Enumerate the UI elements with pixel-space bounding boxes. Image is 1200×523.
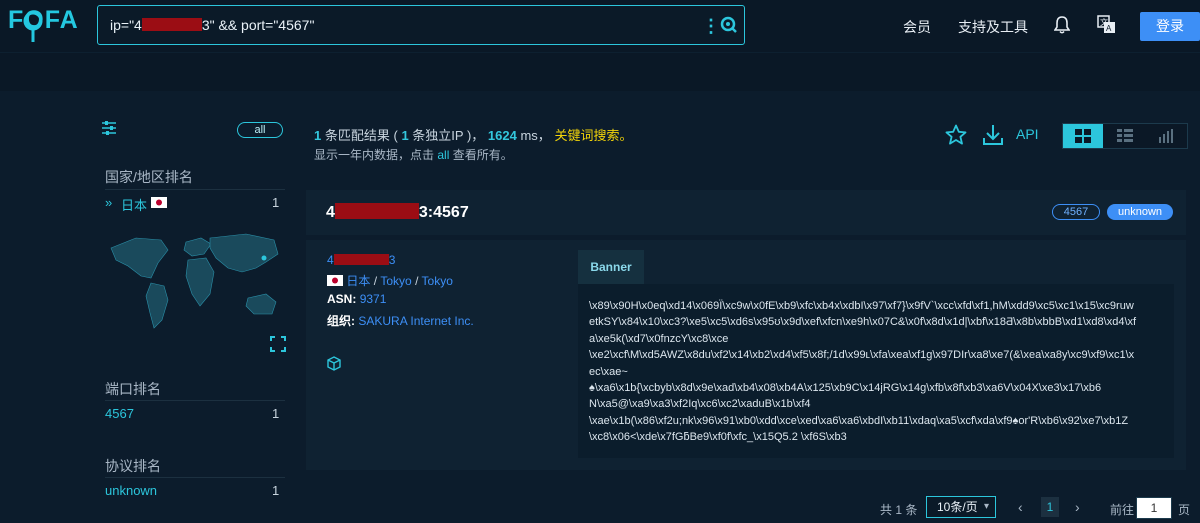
nav-membership[interactable]: 会员 <box>903 17 931 37</box>
banner-line: ec\xae~ <box>589 365 628 378</box>
banner-line: \xae\x1b(\x86\xf2u;nk\x96\x91\xb0\xdd\xc… <box>589 414 1129 427</box>
view-toggle <box>1062 123 1188 149</box>
keyword-search-link[interactable]: 关键词搜索。 <box>554 128 632 143</box>
chevrons-right-icon: » <box>105 195 113 210</box>
region-link[interactable]: Tokyo <box>380 274 411 288</box>
ip-link[interactable]: 43 <box>327 253 395 267</box>
city-link[interactable]: Tokyo <box>422 274 453 288</box>
total-count: 共 1 条 <box>880 503 918 517</box>
protocol-item[interactable]: unknown <box>105 483 157 498</box>
chart-view-icon[interactable] <box>1158 129 1174 143</box>
country-item-japan[interactable]: » 日本 1 <box>105 195 285 213</box>
search-icon[interactable] <box>720 16 738 34</box>
org-label: 组织: <box>327 314 355 328</box>
location-line: 日本 / Tokyo / Tokyo <box>327 272 453 289</box>
all-filter-button[interactable]: all <box>237 122 283 138</box>
result-subsummary: 显示一年内数据，点击 all 查看所有。 <box>314 148 513 162</box>
country-link[interactable]: 日本 <box>346 274 370 288</box>
page-suffix: 页 <box>1178 503 1191 517</box>
translate-icon[interactable]: 文 A <box>1097 15 1117 35</box>
banner-line: a\xe5k(\xd7\x0fnzcY\xc8\xce <box>589 332 729 345</box>
list-view-icon[interactable] <box>1117 129 1133 143</box>
redaction <box>141 18 202 31</box>
country-name: 日本 <box>121 198 148 213</box>
world-map <box>110 233 279 329</box>
page-number-current[interactable]: 1 <box>1041 497 1059 517</box>
divider <box>105 189 285 190</box>
nav-tools[interactable]: 支持及工具 <box>958 17 1028 37</box>
svg-text:A: A <box>1106 24 1112 33</box>
chevron-right-icon[interactable]: › <box>1075 499 1080 515</box>
japan-flag-icon <box>327 275 343 286</box>
japan-flag-icon <box>151 197 167 208</box>
asn-line: ASN: 9371 <box>327 292 386 306</box>
banner-line: \x89\x90H\x0eq\xd14\x069Ï\xc9w\x0fE\xb9\… <box>589 300 1134 312</box>
banner-line: \xc8\x06<\xde\x7fGƃBe9\xf0f\xfc_\x15Q5.2… <box>589 431 847 444</box>
banner-line: \xe2\xcf\M\xd5AWZ\x8du\xf2\x14\xb2\xd4\x… <box>589 349 1135 362</box>
login-button[interactable]: 登录 <box>1140 12 1200 41</box>
chevron-left-icon[interactable]: ‹ <box>1018 499 1023 515</box>
divider <box>105 400 285 401</box>
expand-icon[interactable] <box>270 336 286 352</box>
port-count: 1 <box>272 406 280 421</box>
redaction <box>334 203 419 219</box>
bell-icon[interactable] <box>1054 16 1070 34</box>
banner-content: \x89\x90H\x0eq\xd14\x069Ï\xc9w\x0fE\xb9\… <box>578 284 1174 458</box>
chevron-down-icon: ▾ <box>983 501 989 512</box>
protocol-count: 1 <box>272 483 280 498</box>
redaction <box>333 254 389 265</box>
api-button[interactable]: API <box>1016 126 1039 142</box>
download-icon[interactable] <box>983 124 1003 146</box>
result-summary: 1 条匹配结果 ( 1 条独立IP )， 1624 ms， 关键词搜索。 <box>314 128 633 143</box>
banner-line: etkSY\x84\x10\xc3?\xe5\xc5\xd6s\x95ʊ\x9d… <box>589 316 1137 329</box>
goto-label: 前往 <box>1110 503 1135 517</box>
filter-icon[interactable] <box>101 121 117 135</box>
search-input[interactable]: ip="4 3" && port="4567" <box>110 17 314 33</box>
divider <box>105 477 285 478</box>
port-tag[interactable]: 4567 <box>1052 204 1100 220</box>
star-icon[interactable] <box>945 124 967 146</box>
protocol-ranking-heading: 协议排名 <box>105 458 161 474</box>
port-item[interactable]: 4567 <box>105 406 134 421</box>
org-link[interactable]: SAKURA Internet Inc. <box>358 314 473 328</box>
goto-page-input[interactable]: 1 <box>1136 497 1172 519</box>
page-size-select[interactable]: 10条/页 ▾ <box>926 496 996 518</box>
search-box[interactable]: ip="4 3" && port="4567" ⋮ <box>97 5 745 45</box>
grid-view-icon <box>1075 129 1091 143</box>
port-ranking-heading: 端口排名 <box>105 381 161 397</box>
sub-bar <box>0 52 1200 91</box>
cube-icon[interactable] <box>327 356 341 371</box>
kebab-icon[interactable]: ⋮ <box>702 16 720 37</box>
fofa-logo-icon <box>23 11 43 42</box>
asn-label: ASN: <box>327 292 357 306</box>
banner-line: ♠\xa6\x1b{\xcbyb\x8d\x9e\xad\xb4\x08\xb4… <box>589 382 1102 395</box>
tab-banner[interactable]: Banner <box>578 250 644 286</box>
all-link[interactable]: all <box>437 148 449 162</box>
grid-view-button[interactable] <box>1063 124 1103 148</box>
org-line: 组织: SAKURA Internet Inc. <box>327 312 474 329</box>
country-count: 1 <box>272 195 280 210</box>
asn-link[interactable]: 9371 <box>360 292 387 306</box>
banner-line: N\xa5@\xa9\xa3\xf2Iq\xc6\xc2\xaduB\x1b\x… <box>589 398 811 411</box>
protocol-tag[interactable]: unknown <box>1107 204 1173 220</box>
country-ranking-heading: 国家/地区排名 <box>105 169 193 185</box>
result-host-link[interactable]: 4 3:4567 <box>326 203 469 222</box>
